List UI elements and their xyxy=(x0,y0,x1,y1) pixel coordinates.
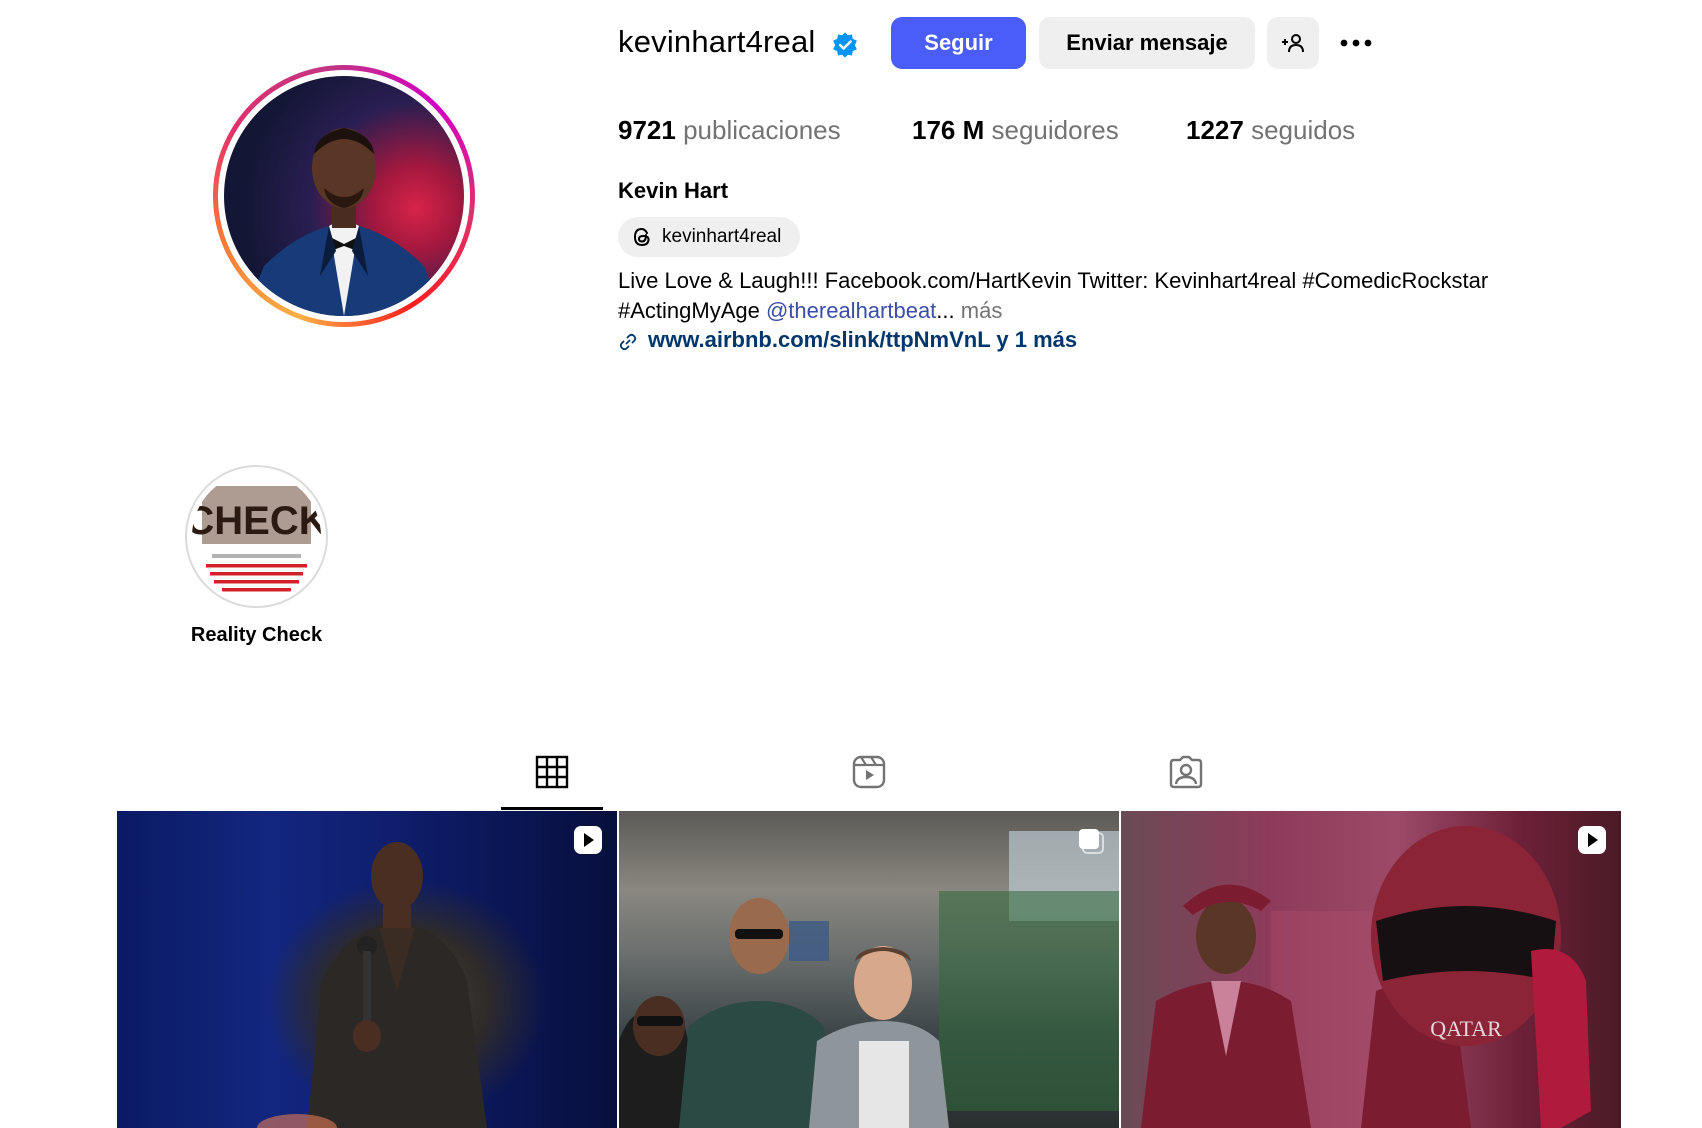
posts-grid: QATAR xyxy=(117,811,1621,1128)
post-tile[interactable] xyxy=(117,811,617,1128)
external-link-text: www.airbnb.com/slink/ttpNmVnL y 1 más xyxy=(648,327,1078,352)
post-image: QATAR xyxy=(1141,826,1591,1128)
highlight-label: Reality Check xyxy=(190,624,323,646)
profile-full-name: Kevin Hart xyxy=(618,178,729,203)
highlight-reality-check[interactable]: CHECK xyxy=(185,465,328,608)
threads-icon xyxy=(633,227,650,247)
post-image xyxy=(257,842,487,1128)
reels-icon xyxy=(852,755,886,789)
avatar xyxy=(224,76,464,316)
bio-line-2: #ActingMyAge @therealhartbeat... más xyxy=(618,296,1578,326)
bio-hashtag: #ActingMyAge xyxy=(618,298,766,323)
post-tile[interactable]: QATAR xyxy=(1121,811,1621,1128)
bio-more-link[interactable]: más xyxy=(955,298,1003,323)
add-user-icon xyxy=(1282,34,1304,53)
profile-tabs xyxy=(117,742,1619,812)
stat-followers[interactable]: 176 M seguidores xyxy=(912,112,1119,148)
post-tile[interactable] xyxy=(619,811,1119,1128)
tagged-icon xyxy=(1169,755,1203,789)
reel-badge-icon xyxy=(574,826,602,854)
stat-posts: 9721 publicaciones xyxy=(618,112,841,148)
follow-button[interactable]: Seguir xyxy=(891,17,1026,69)
post-image xyxy=(619,831,1119,1128)
profile-username: kevinhart4real xyxy=(618,24,816,59)
send-message-button[interactable]: Enviar mensaje xyxy=(1039,17,1255,69)
tab-posts[interactable] xyxy=(501,742,603,810)
bio-line-1: Live Love & Laugh!!! Facebook.com/HartKe… xyxy=(618,268,1489,293)
bio-ellipsis: ... xyxy=(936,298,955,323)
stat-following-value: 1227 xyxy=(1186,115,1244,145)
avatar-illustration xyxy=(244,128,444,316)
stat-posts-value: 9721 xyxy=(618,115,676,145)
profile-avatar-story-ring[interactable] xyxy=(213,65,475,327)
highlight-cover: CHECK xyxy=(192,472,321,601)
active-tab-indicator xyxy=(501,807,603,810)
threads-badge[interactable]: kevinhart4real xyxy=(618,217,800,257)
profile-header: kevinhart4real Seguir Enviar mensaje 972… xyxy=(0,0,1702,400)
more-options-button[interactable] xyxy=(1336,26,1376,60)
avatar-inner xyxy=(218,70,470,322)
highlight-cover-text: CHECK xyxy=(192,499,321,543)
tab-tagged[interactable] xyxy=(1135,742,1237,810)
bio-mention-link[interactable]: @therealhartbeat xyxy=(766,298,936,323)
profile-external-link[interactable]: www.airbnb.com/slink/ttpNmVnL y 1 más xyxy=(618,325,1077,355)
stat-followers-value: 176 M xyxy=(912,115,985,145)
highlight-cover-image: CHECK xyxy=(192,472,321,601)
post-helmet-logo-text: QATAR xyxy=(1430,1016,1502,1041)
suggested-accounts-button[interactable] xyxy=(1267,17,1319,69)
stat-followers-label: seguidores xyxy=(991,115,1119,145)
verified-badge-icon xyxy=(833,32,857,58)
stat-posts-label: publicaciones xyxy=(683,115,841,145)
stat-following-label: seguidos xyxy=(1251,115,1356,145)
more-options-icon xyxy=(1340,39,1372,47)
threads-handle: kevinhart4real xyxy=(662,226,782,247)
reel-badge-icon xyxy=(1578,826,1606,854)
tab-reels[interactable] xyxy=(818,742,920,810)
profile-bio: Live Love & Laugh!!! Facebook.com/HartKe… xyxy=(618,266,1578,326)
carousel-badge-icon xyxy=(1079,829,1104,854)
stat-following[interactable]: 1227 seguidos xyxy=(1186,112,1355,148)
link-icon xyxy=(619,333,637,351)
grid-icon xyxy=(535,755,569,789)
